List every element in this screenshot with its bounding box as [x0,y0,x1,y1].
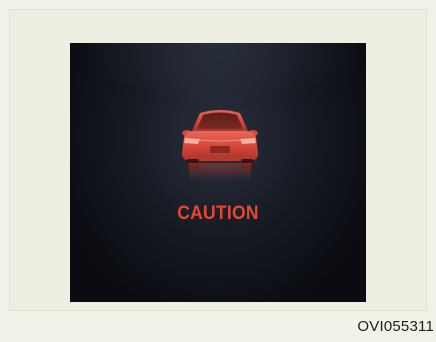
figure-code: OVI055311 [357,318,434,335]
car-rear-icon [182,110,258,181]
caution-label: CAUTION [177,203,259,224]
cluster-display: CAUTION [70,43,366,302]
